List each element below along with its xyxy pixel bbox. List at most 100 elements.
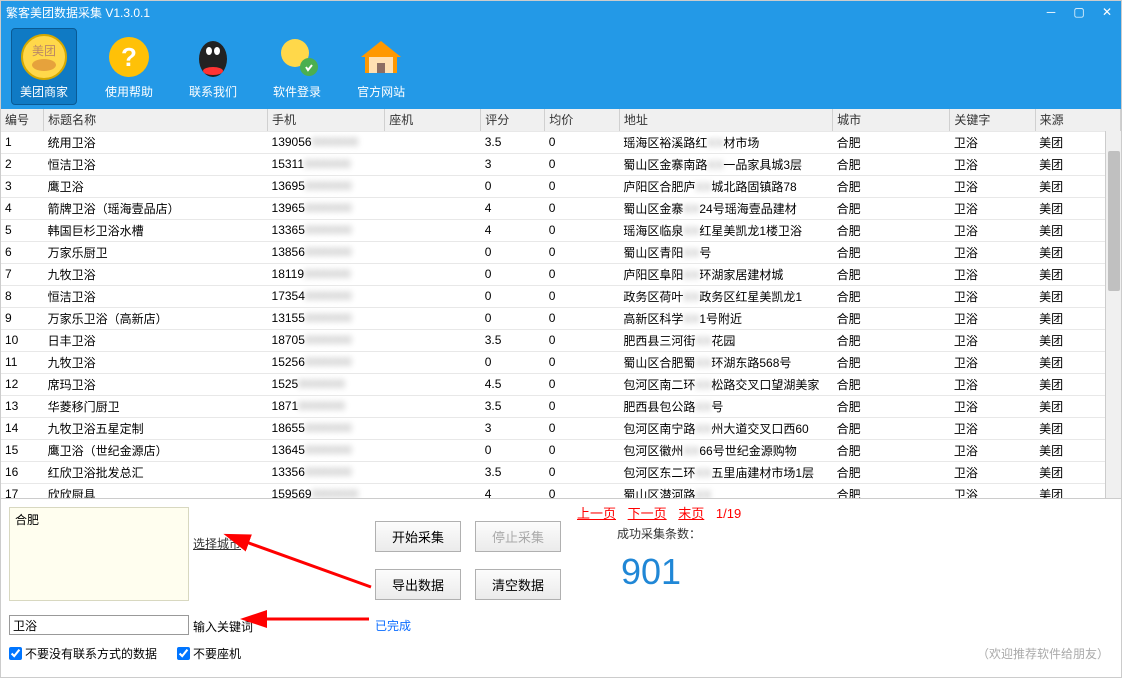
cell: 席玛卫浴 (44, 373, 268, 395)
toolbar-meituan[interactable]: 美团 美团商家 (11, 28, 77, 105)
cell: 合肥 (833, 241, 950, 263)
col-header[interactable]: 座机 (385, 109, 481, 131)
last-page[interactable]: 末页 (678, 506, 704, 521)
select-city-link[interactable]: 选择城市 (193, 535, 241, 552)
col-header[interactable]: 手机 (268, 109, 385, 131)
cell: 卫浴 (950, 131, 1035, 153)
table-row[interactable]: 17欣欣厨具159569000000040蜀山区潜河路XX合肥卫浴美团 (1, 483, 1121, 499)
cell: 鹰卫浴 (44, 175, 268, 197)
scrollbar-thumb[interactable] (1108, 151, 1120, 291)
prev-page[interactable]: 上一页 (577, 506, 616, 521)
app-title: 繁客美团数据采集 V1.3.0.1 (6, 4, 150, 21)
cell (385, 175, 481, 197)
cell: 0 (545, 153, 620, 175)
table-row[interactable]: 5韩国巨杉卫浴水槽13365000000040瑶海区临泉XX红星美凯龙1楼卫浴合… (1, 219, 1121, 241)
toolbar-label: 联系我们 (189, 83, 237, 100)
table-row[interactable]: 6万家乐厨卫13856000000000蜀山区青阳XX号合肥卫浴美团 (1, 241, 1121, 263)
cell (385, 153, 481, 175)
cell (385, 131, 481, 153)
table-row[interactable]: 1统用卫浴13905600000003.50瑶海区裕溪路红XX材市场合肥卫浴美团 (1, 131, 1121, 153)
table-row[interactable]: 15鹰卫浴（世纪金源店）13645000000000包河区徽州XX66号世纪金源… (1, 439, 1121, 461)
toolbar-help[interactable]: ? 使用帮助 (97, 29, 161, 104)
check-no-contact[interactable]: 不要没有联系方式的数据 (9, 645, 157, 662)
close-button[interactable]: ✕ (1093, 2, 1121, 22)
cell: 173540000000 (268, 285, 385, 307)
table-row[interactable]: 9万家乐卫浴（高新店）13155000000000高新区科学XX1号附近合肥卫浴… (1, 307, 1121, 329)
table-row[interactable]: 7九牧卫浴18119000000000庐阳区阜阳XX环湖家居建材城合肥卫浴美团 (1, 263, 1121, 285)
cell: 肥西县包公路XX号 (619, 395, 832, 417)
arrow-annotation (259, 607, 379, 630)
cell: 九牧卫浴 (44, 263, 268, 285)
cell: 高新区科学XX1号附近 (619, 307, 832, 329)
start-button[interactable]: 开始采集 (375, 521, 461, 552)
table-row[interactable]: 11九牧卫浴15256000000000蜀山区合肥蜀XX环湖东路568号合肥卫浴… (1, 351, 1121, 373)
arrow-annotation (241, 537, 381, 600)
col-header[interactable]: 来源 (1035, 109, 1120, 131)
cell: 欣欣厨具 (44, 483, 268, 499)
cell: 15250000000 (268, 373, 385, 395)
cell: 3 (481, 417, 545, 439)
col-header[interactable]: 地址 (619, 109, 832, 131)
col-header[interactable]: 关键字 (950, 109, 1035, 131)
col-header[interactable]: 城市 (833, 109, 950, 131)
cell: 0 (481, 175, 545, 197)
cell: 12 (1, 373, 44, 395)
cell: 瑶海区临泉XX红星美凯龙1楼卫浴 (619, 219, 832, 241)
maximize-button[interactable]: ▢ (1065, 2, 1093, 22)
clear-button[interactable]: 清空数据 (475, 569, 561, 600)
cell: 10 (1, 329, 44, 351)
cell (385, 219, 481, 241)
cell: 0 (545, 263, 620, 285)
table-row[interactable]: 3鹰卫浴13695000000000庐阳区合肥庐XX城北路固镇路78合肥卫浴美团 (1, 175, 1121, 197)
toolbar-contact[interactable]: 联系我们 (181, 29, 245, 104)
cell: 138560000000 (268, 241, 385, 263)
col-header[interactable]: 编号 (1, 109, 44, 131)
svg-text:?: ? (121, 42, 137, 72)
cell: 3.5 (481, 461, 545, 483)
cell (385, 395, 481, 417)
cell: 肥西县三河街XX花园 (619, 329, 832, 351)
table-row[interactable]: 14九牧卫浴五星定制18655000000030包河区南宁路XX州大道交叉口西6… (1, 417, 1121, 439)
cell: 蜀山区金寨南路XX一品家具城3层 (619, 153, 832, 175)
checkbox[interactable] (177, 647, 190, 660)
col-header[interactable]: 均价 (545, 109, 620, 131)
cell: 0 (545, 131, 620, 153)
export-button[interactable]: 导出数据 (375, 569, 461, 600)
cell: 合肥 (833, 285, 950, 307)
check-no-landline[interactable]: 不要座机 (177, 645, 241, 662)
cell (385, 373, 481, 395)
toolbar-login[interactable]: 软件登录 (265, 29, 329, 104)
table-row[interactable]: 2恒洁卫浴15311000000030蜀山区金寨南路XX一品家具城3层合肥卫浴美… (1, 153, 1121, 175)
cell: 0 (481, 439, 545, 461)
cell: 鹰卫浴（世纪金源店） (44, 439, 268, 461)
cell: 3 (1, 175, 44, 197)
city-box[interactable]: 合肥 (9, 507, 189, 601)
col-header[interactable]: 评分 (481, 109, 545, 131)
cell: 0 (481, 307, 545, 329)
table-row[interactable]: 4箭牌卫浴（瑶海壹品店）13965000000040蜀山区金寨XX24号瑶海壹品… (1, 197, 1121, 219)
col-header[interactable]: 标题名称 (44, 109, 268, 131)
cell: 卫浴 (950, 461, 1035, 483)
cell: 恒洁卫浴 (44, 285, 268, 307)
cell: 合肥 (833, 417, 950, 439)
cell: 政务区荷叶XX政务区红星美凯龙1 (619, 285, 832, 307)
cell: 合肥 (833, 395, 950, 417)
cell: 0 (481, 263, 545, 285)
table-row[interactable]: 16红欣卫浴批发总汇1335600000003.50包河区东二环XX五里庙建材市… (1, 461, 1121, 483)
window-controls: ─ ▢ ✕ (1037, 2, 1121, 22)
cell: 卫浴 (950, 285, 1035, 307)
cell: 3.5 (481, 395, 545, 417)
checkbox[interactable] (9, 647, 22, 660)
city-value: 合肥 (15, 513, 39, 527)
vertical-scrollbar[interactable] (1105, 131, 1121, 498)
table-row[interactable]: 8恒洁卫浴17354000000000政务区荷叶XX政务区红星美凯龙1合肥卫浴美… (1, 285, 1121, 307)
minimize-button[interactable]: ─ (1037, 2, 1065, 22)
table-row[interactable]: 10日丰卫浴1870500000003.50肥西县三河街XX花园合肥卫浴美团 (1, 329, 1121, 351)
table-row[interactable]: 13华菱移门厨卫187100000003.50肥西县包公路XX号合肥卫浴美团 (1, 395, 1121, 417)
table-row[interactable]: 12席玛卫浴152500000004.50包河区南二环XX松路交叉口望湖美家合肥… (1, 373, 1121, 395)
cell: 卫浴 (950, 373, 1035, 395)
toolbar-website[interactable]: 官方网站 (349, 29, 413, 104)
keyword-input[interactable] (9, 615, 189, 635)
cell: 日丰卫浴 (44, 329, 268, 351)
next-page[interactable]: 下一页 (628, 506, 667, 521)
